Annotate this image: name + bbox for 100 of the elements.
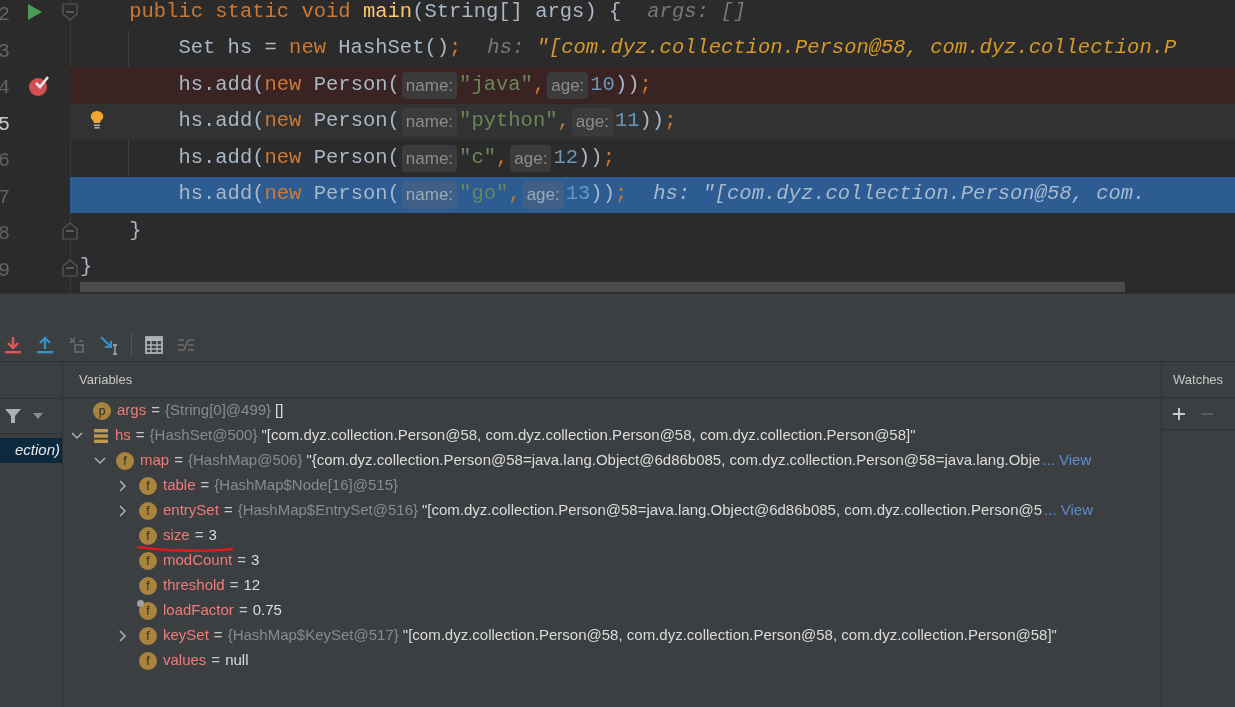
run-to-cursor-icon[interactable] bbox=[99, 334, 119, 355]
string-literal: "python" bbox=[459, 108, 558, 135]
field-icon: f bbox=[139, 651, 157, 670]
step-into-icon[interactable] bbox=[3, 334, 23, 355]
inline-debug-value: hs: bbox=[487, 35, 526, 62]
modifier-icon bbox=[137, 599, 144, 607]
code-text: )) bbox=[639, 108, 665, 135]
variable-name: loadFactor bbox=[163, 601, 234, 619]
add-icon[interactable] bbox=[1172, 406, 1186, 421]
panel-title: Variables bbox=[79, 370, 133, 389]
variable-name: map bbox=[140, 451, 170, 469]
line-number: 9 bbox=[0, 257, 10, 284]
variable-value: 12 bbox=[243, 575, 261, 596]
lightbulb-icon[interactable] bbox=[90, 109, 104, 130]
keyword: new bbox=[264, 181, 302, 208]
stack-frame-item[interactable]: ection) bbox=[0, 438, 62, 463]
parameter-hint: name: bbox=[401, 144, 458, 172]
code-text: Set hs = bbox=[178, 35, 278, 62]
inline-debug-value: "[com.dyz.collection.Person@58, com.dyz.collection.P bbox=[536, 35, 1177, 62]
code-text: Person( bbox=[312, 71, 400, 98]
horizontal-scrollbar[interactable] bbox=[80, 282, 1125, 292]
chevron-down-icon[interactable] bbox=[71, 429, 83, 442]
equals-sign: = bbox=[194, 525, 204, 546]
number-literal: 10 bbox=[590, 71, 615, 98]
dropdown-caret-icon[interactable] bbox=[32, 412, 44, 420]
variable-value: "[com.dyz.collection.Person@58, com.dyz.collection.Person@58, com.dyz.collection.Person@58]" bbox=[261, 425, 916, 446]
method-name: main bbox=[362, 0, 413, 25]
equals-sign: = bbox=[238, 600, 248, 621]
fold-marker-icon[interactable] bbox=[62, 3, 78, 21]
parameter-icon: p bbox=[93, 401, 111, 420]
variable-type: {HashMap$EntrySet@516} bbox=[237, 500, 418, 521]
line-number: 8 bbox=[0, 221, 10, 247]
fold-marker-icon[interactable] bbox=[62, 258, 78, 277]
equals-sign: = bbox=[237, 550, 246, 571]
code-text: )) bbox=[590, 181, 615, 208]
variable-type: {HashMap$Node[16]@515} bbox=[214, 475, 398, 496]
calculator-icon[interactable] bbox=[144, 334, 164, 355]
variable-value: 3 bbox=[251, 550, 260, 571]
variable-value: null bbox=[225, 650, 249, 671]
equals-sign: = bbox=[223, 500, 233, 521]
variable-value: "{com.dyz.collection.Person@58=java.lang.Object@6d86b085, com.dyz.collection.Person@58=java.lang.Obje bbox=[306, 450, 1041, 471]
code-text: Person( bbox=[312, 144, 400, 171]
chevron-right-icon[interactable] bbox=[117, 629, 129, 642]
fold-marker-icon[interactable] bbox=[62, 222, 78, 240]
line-number: 5 bbox=[0, 111, 10, 138]
variable-value: 0.75 bbox=[252, 600, 282, 621]
parameter-hint: name: bbox=[401, 181, 458, 209]
filter-icon[interactable] bbox=[4, 407, 22, 425]
variable-value: "[com.dyz.collection.Person@58=java.lang.Object@6d86b085, com.dyz.collection.Person@5 bbox=[422, 500, 1043, 521]
line-number: 2 bbox=[0, 2, 10, 28]
code-text: hs.add( bbox=[178, 108, 265, 135]
string-literal: "c" bbox=[459, 144, 496, 171]
keyword: new bbox=[264, 71, 302, 98]
equals-sign: = bbox=[211, 650, 221, 671]
equals-sign: = bbox=[229, 575, 239, 596]
parameter-hint: name: bbox=[401, 71, 458, 99]
keyword: new bbox=[264, 144, 302, 171]
punctuation: , bbox=[532, 71, 546, 98]
punctuation: ; bbox=[449, 35, 462, 62]
code-text: } bbox=[80, 254, 93, 281]
step-out-icon[interactable] bbox=[35, 334, 55, 355]
variable-name: entrySet bbox=[163, 501, 219, 519]
punctuation: ; bbox=[664, 108, 677, 135]
view-link[interactable]: ... View bbox=[1042, 449, 1092, 472]
variable-type: {HashMap$KeySet@517} bbox=[227, 625, 399, 646]
field-icon: f bbox=[139, 626, 157, 645]
variable-value: "[com.dyz.collection.Person@58, com.dyz.collection.Person@58, com.dyz.collection.Person@58]" bbox=[402, 625, 1057, 646]
keyword: new bbox=[264, 108, 302, 135]
field-icon: f bbox=[139, 501, 157, 520]
code-text: hs.add( bbox=[178, 144, 265, 171]
field-icon: f bbox=[139, 601, 157, 620]
variable-name: args bbox=[117, 401, 147, 419]
chevron-right-icon[interactable] bbox=[117, 504, 129, 517]
chevron-right-icon[interactable] bbox=[117, 479, 129, 492]
punctuation: ; bbox=[602, 144, 615, 171]
variable-name: keySet bbox=[163, 626, 209, 644]
keyword: new bbox=[289, 35, 326, 62]
variable-type: {HashMap@506} bbox=[187, 450, 303, 471]
code-text: hs.add( bbox=[178, 71, 265, 98]
number-literal: 12 bbox=[553, 144, 578, 171]
code-text: Person( bbox=[312, 181, 400, 208]
view-link[interactable]: ... View bbox=[1044, 499, 1093, 522]
variable-name: size bbox=[163, 526, 190, 544]
line-number: 3 bbox=[0, 38, 10, 65]
variable-value: [] bbox=[275, 400, 284, 421]
field-icon: f bbox=[116, 451, 134, 470]
line-number: 7 bbox=[0, 184, 10, 211]
field-icon: f bbox=[139, 576, 157, 595]
run-icon[interactable] bbox=[27, 3, 43, 21]
punctuation: , bbox=[508, 181, 521, 208]
chevron-down-icon[interactable] bbox=[94, 454, 106, 467]
equals-sign: = bbox=[174, 450, 183, 471]
parameter-hint: age: bbox=[510, 144, 552, 172]
equals-sign: = bbox=[135, 425, 145, 446]
punctuation: , bbox=[496, 144, 509, 171]
code-text: HashSet() bbox=[337, 35, 450, 62]
code-text: hs.add( bbox=[178, 181, 265, 208]
line-number: 6 bbox=[0, 148, 10, 174]
variable-name: table bbox=[163, 476, 196, 494]
parameter-hint: age: bbox=[522, 181, 564, 209]
